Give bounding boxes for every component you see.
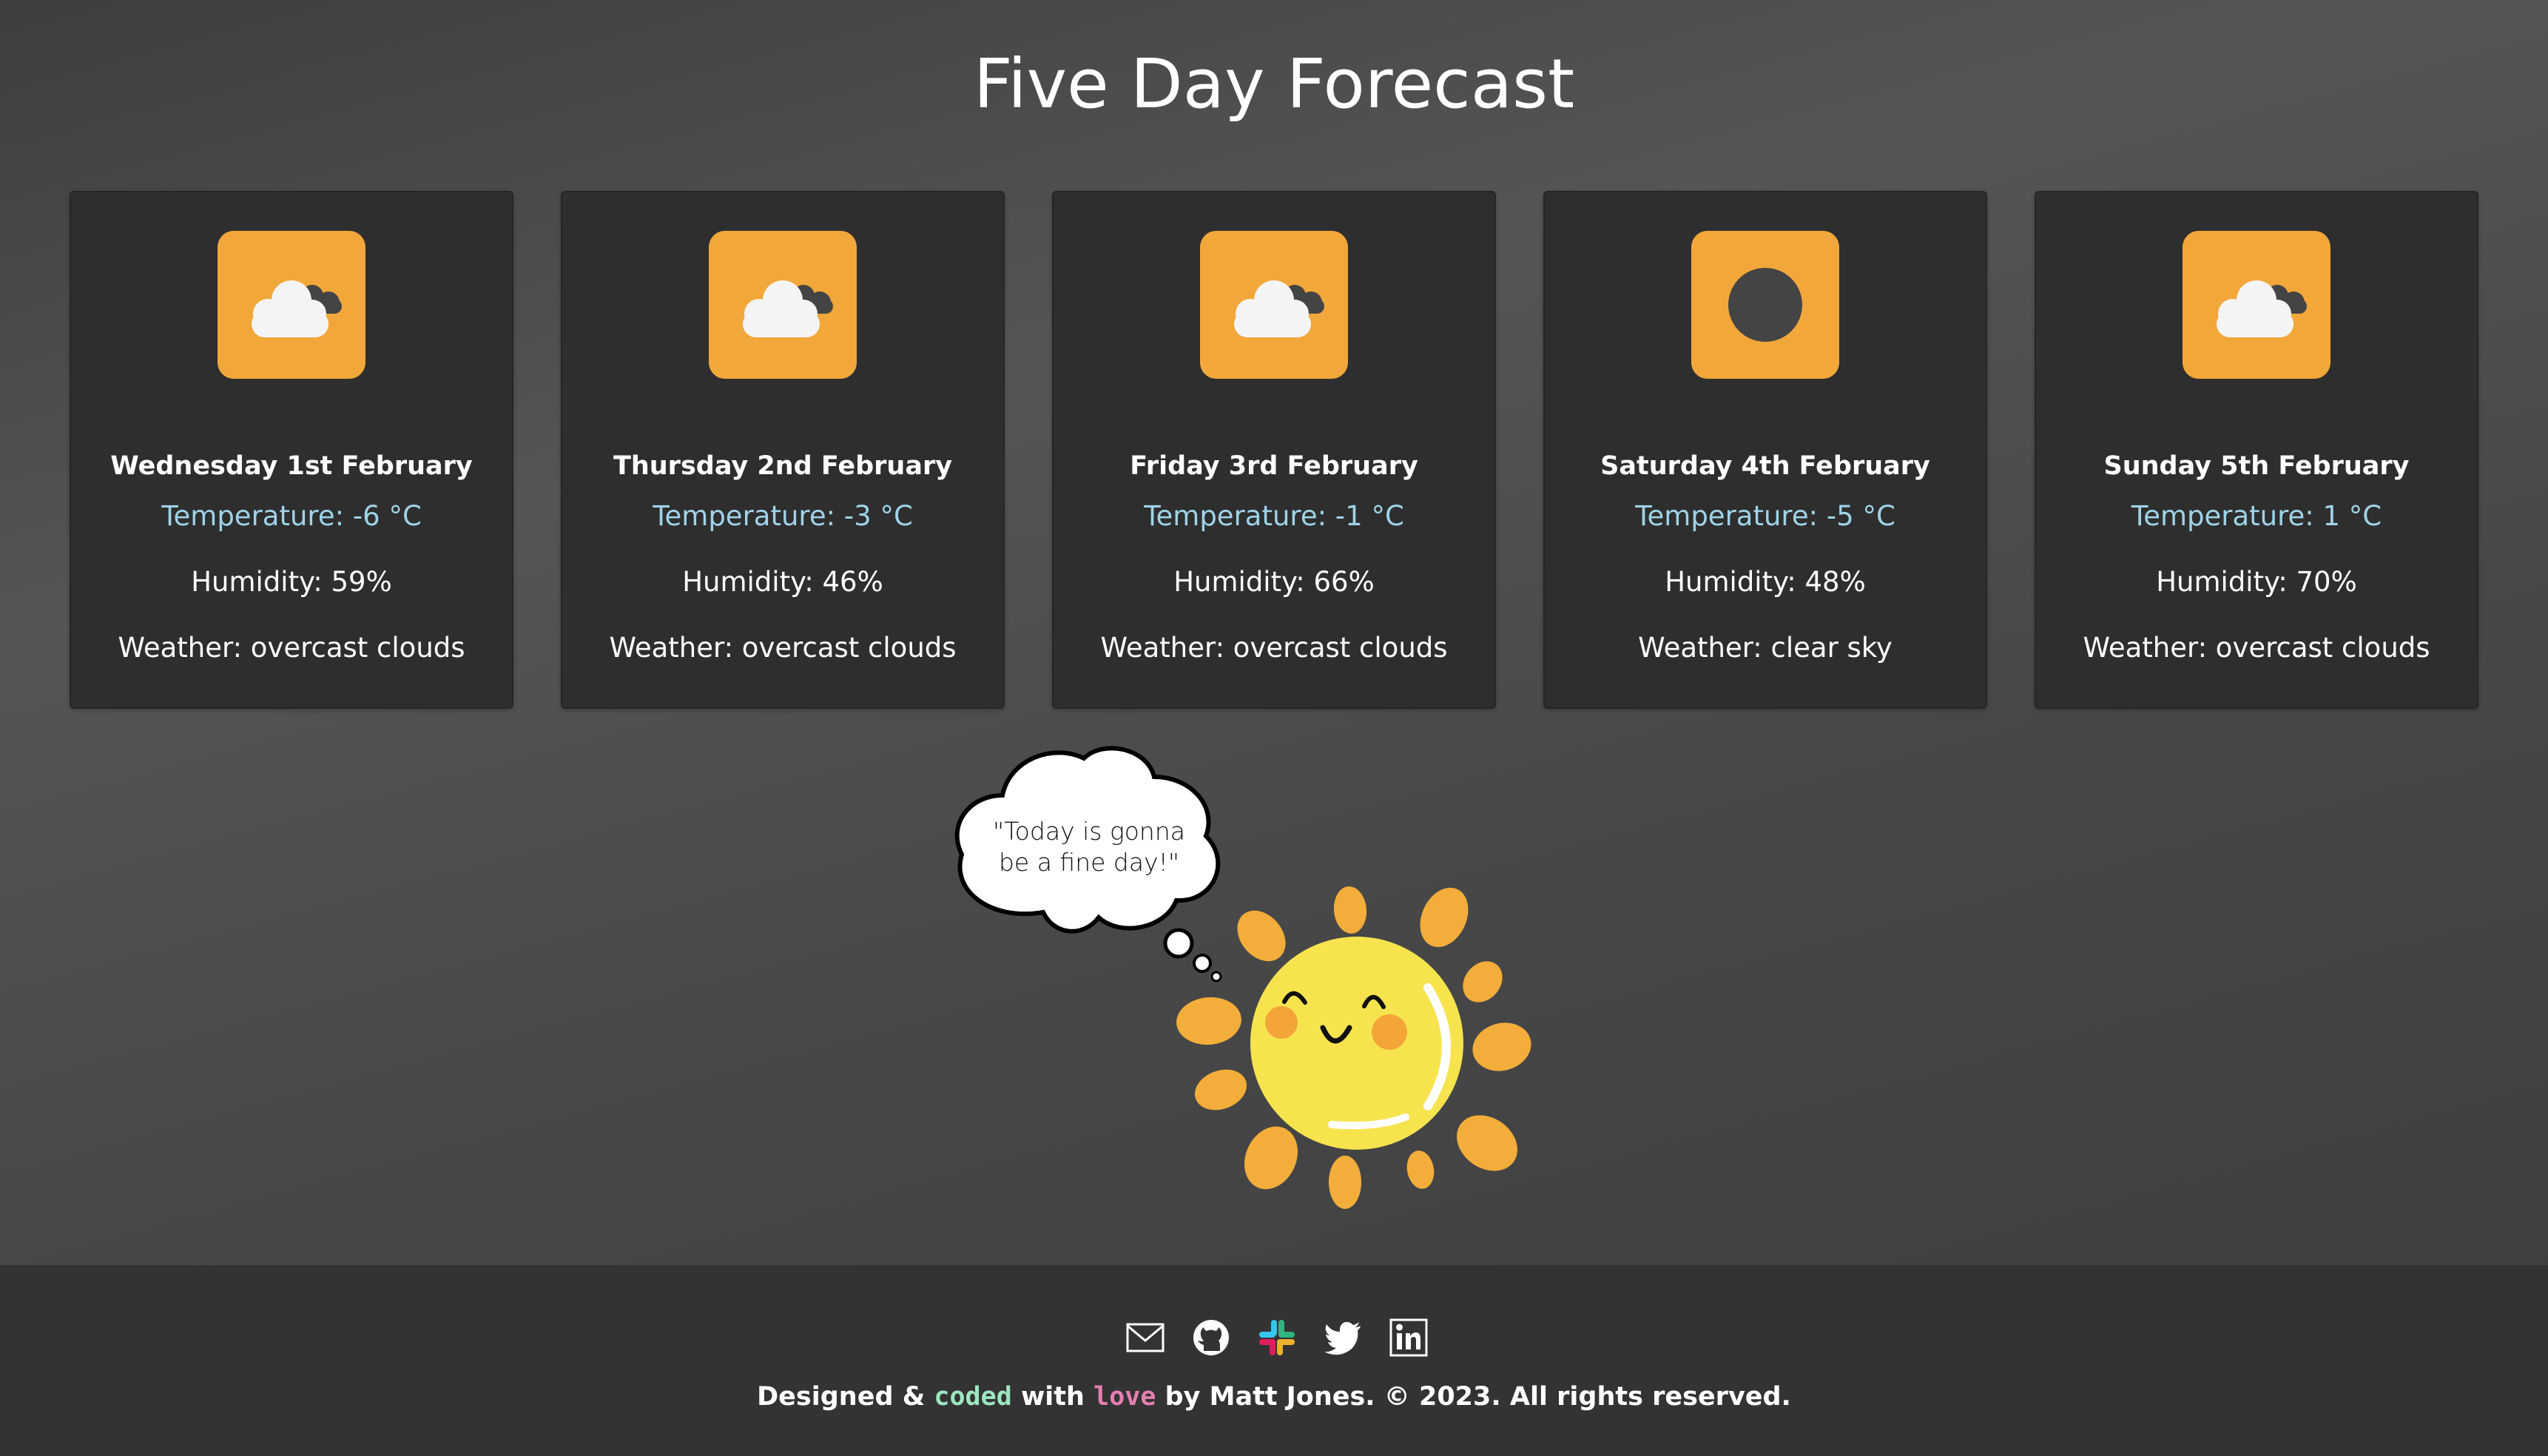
- credit-love: love: [1093, 1382, 1156, 1412]
- forecast-weather: Weather: overcast clouds: [1100, 632, 1448, 664]
- forecast-temperature: Temperature: -1 °C: [1144, 500, 1404, 532]
- forecast-date: Sunday 5th February: [2103, 451, 2410, 481]
- page-title: Five Day Forecast: [973, 44, 1575, 124]
- forecast-date: Wednesday 1st February: [110, 451, 473, 481]
- credit-text-with: with: [1011, 1382, 1094, 1412]
- forecast-card: Sunday 5th February Temperature: 1 °C Hu…: [2035, 191, 2478, 709]
- forecast-weather: Weather: overcast clouds: [609, 632, 957, 664]
- thought-text-line1: "Today is gonna: [993, 817, 1185, 846]
- forecast-humidity: Humidity: 46%: [682, 566, 883, 598]
- github-icon[interactable]: [1190, 1317, 1232, 1358]
- forecast-card: Friday 3rd February Temperature: -1 °C H…: [1052, 191, 1496, 709]
- forecast-humidity: Humidity: 48%: [1665, 566, 1866, 598]
- slack-icon[interactable]: [1256, 1317, 1298, 1358]
- twitter-icon[interactable]: [1322, 1317, 1364, 1358]
- forecast-temperature: Temperature: -6 °C: [161, 500, 422, 532]
- email-icon[interactable]: [1125, 1317, 1166, 1358]
- credit-coded: coded: [934, 1382, 1012, 1412]
- overcast-clouds-icon: [1200, 231, 1348, 379]
- forecast-weather: Weather: overcast clouds: [2083, 632, 2430, 664]
- credit-text-pre: Designed &: [757, 1382, 934, 1412]
- forecast-weather: Weather: clear sky: [1638, 632, 1893, 664]
- forecast-temperature: Temperature: 1 °C: [2131, 500, 2382, 532]
- sun-mascot-illustration: "Today is gonna be a fine day!": [947, 744, 1539, 1232]
- footer: Designed & coded with love by Matt Jones…: [0, 1265, 2548, 1456]
- forecast-card: Wednesday 1st February Temperature: -6 °…: [70, 191, 513, 709]
- forecast-date: Saturday 4th February: [1600, 451, 1930, 481]
- linkedin-icon[interactable]: [1388, 1317, 1429, 1358]
- forecast-humidity: Humidity: 59%: [191, 566, 392, 598]
- thought-text-line2: be a fine day!": [999, 848, 1179, 877]
- sun-face: [1250, 937, 1463, 1150]
- forecast-humidity: Humidity: 70%: [2156, 566, 2357, 598]
- forecast-weather: Weather: overcast clouds: [118, 632, 465, 664]
- footer-credits: Designed & coded with love by Matt Jones…: [0, 1382, 2548, 1412]
- thought-bubble: "Today is gonna be a fine day!": [954, 746, 1222, 983]
- clear-sky-icon: [1691, 231, 1839, 379]
- forecast-cards: Wednesday 1st February Temperature: -6 °…: [70, 191, 2478, 709]
- forecast-temperature: Temperature: -5 °C: [1635, 500, 1895, 532]
- forecast-date: Thursday 2nd February: [613, 451, 953, 481]
- overcast-clouds-icon: [2183, 231, 2330, 379]
- forecast-card: Thursday 2nd February Temperature: -3 °C…: [561, 191, 1005, 709]
- credit-text-post: by Matt Jones. © 2023. All rights reserv…: [1156, 1382, 1791, 1412]
- forecast-date: Friday 3rd February: [1130, 451, 1418, 481]
- social-links: [1125, 1317, 1435, 1364]
- forecast-temperature: Temperature: -3 °C: [653, 500, 913, 532]
- overcast-clouds-icon: [218, 231, 365, 379]
- overcast-clouds-icon: [709, 231, 857, 379]
- forecast-humidity: Humidity: 66%: [1173, 566, 1375, 598]
- forecast-card: Saturday 4th February Temperature: -5 °C…: [1543, 191, 1987, 709]
